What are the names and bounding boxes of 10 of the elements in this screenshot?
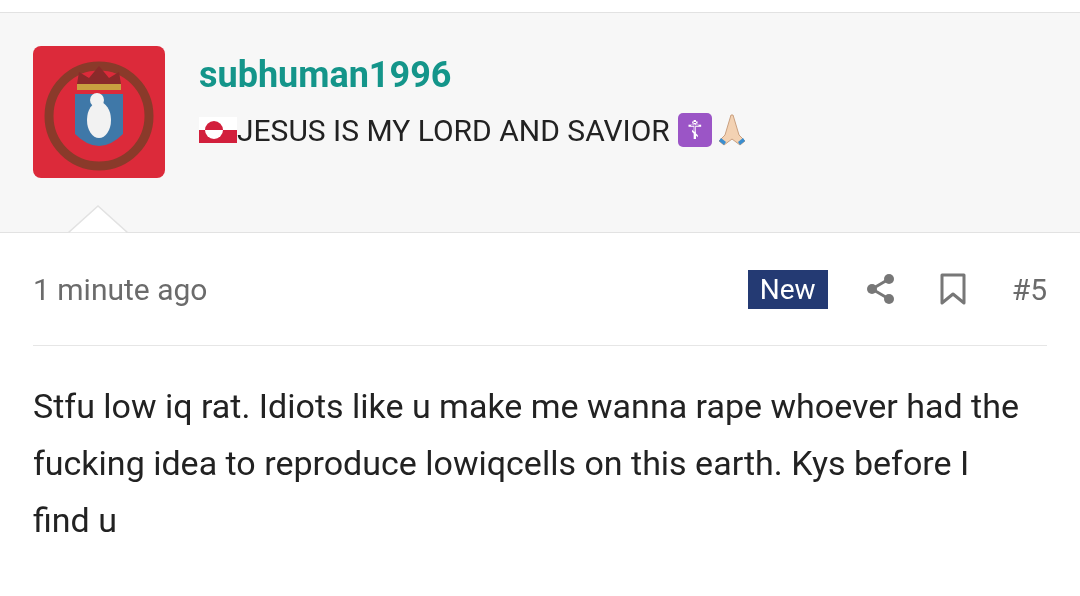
signature-text: JESUS IS MY LORD AND SAVIOR bbox=[237, 111, 670, 150]
post-number[interactable]: #5 bbox=[1011, 266, 1047, 312]
cross-emoji: ☦ bbox=[677, 113, 712, 147]
flag-icon bbox=[199, 117, 237, 143]
username[interactable]: subhuman1996 bbox=[199, 52, 748, 98]
bookmark-icon[interactable] bbox=[939, 273, 966, 305]
share-icon[interactable] bbox=[865, 273, 896, 305]
post-body: Stfu low iq rat. Idiots like u make me wanna rape whoever had the fucking idea to reproduce lowiqcells on this earth. Kys before I find u bbox=[33, 385, 1020, 542]
timestamp[interactable]: 1 minute ago bbox=[33, 266, 208, 312]
new-badge: New bbox=[747, 269, 828, 309]
